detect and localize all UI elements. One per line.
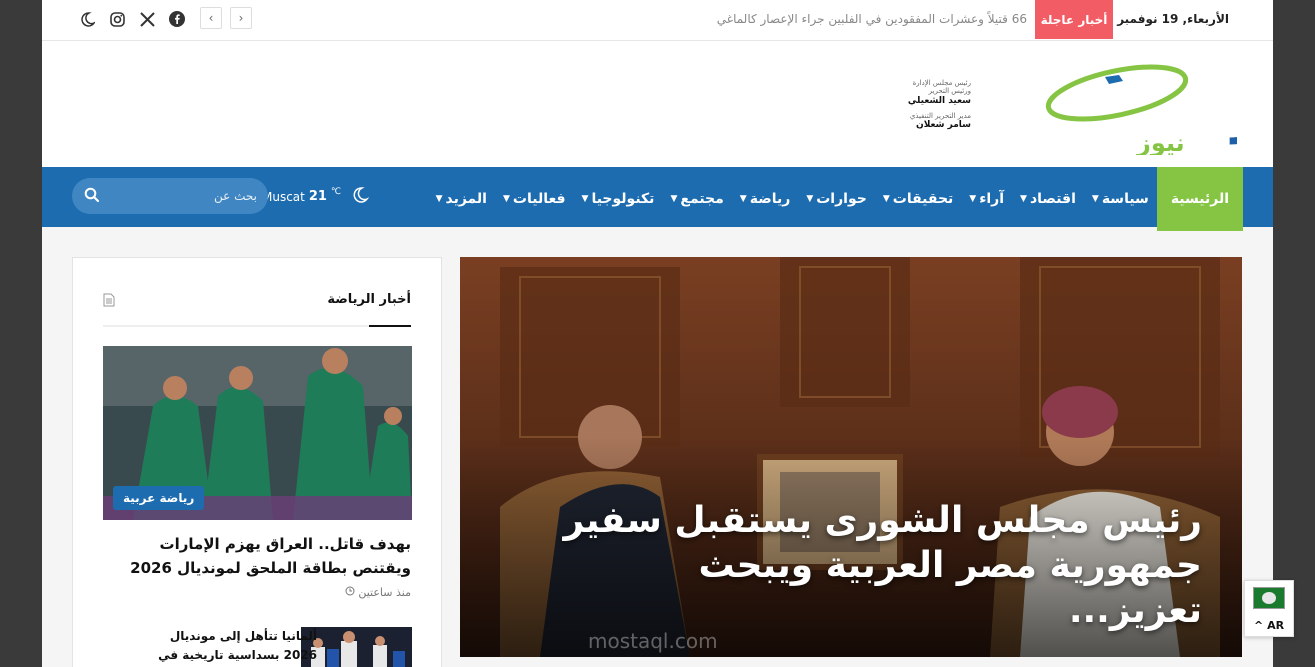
- breaking-news-badge: أخبار عاجلة: [1035, 0, 1113, 39]
- top-bar: الأربعاء, 19 نوفمبر 2025 أخبار عاجلة 66 …: [42, 0, 1273, 41]
- chevron-down-icon: ▼: [1020, 194, 1027, 204]
- page: الأربعاء, 19 نوفمبر 2025 أخبار عاجلة 66 …: [42, 0, 1273, 667]
- nav-item-label: اقتصاد: [1029, 191, 1076, 207]
- ticker-next-button[interactable]: ›: [230, 7, 252, 29]
- search-icon[interactable]: [84, 187, 100, 207]
- temperature: 21: [308, 189, 327, 204]
- featured-post-time: منذ ساعتين: [345, 586, 411, 599]
- city-name: Muscat: [262, 189, 305, 204]
- chevron-down-icon: ▼: [806, 194, 814, 204]
- staff-name: سعيد الشعيلي: [907, 95, 971, 106]
- nav-item[interactable]: تحقيقات ▼: [875, 167, 961, 231]
- language-label: AR: [1267, 619, 1285, 632]
- instagram-icon[interactable]: [108, 10, 126, 28]
- widget-title: أخبار الرياضة: [327, 292, 411, 307]
- search-input[interactable]: [112, 178, 257, 214]
- chevron-down-icon: ▼: [670, 194, 678, 204]
- chevron-left-icon: ‹: [208, 11, 214, 25]
- facebook-icon[interactable]: [168, 10, 186, 28]
- moon-icon: [351, 186, 370, 207]
- nav-item[interactable]: اقتصاد ▼: [1012, 167, 1084, 231]
- chevron-down-icon: ▼: [1091, 194, 1099, 204]
- nav-item[interactable]: سياسة ▼: [1084, 167, 1157, 231]
- weather-widget: Muscat 21 ℃: [262, 186, 370, 207]
- nav-item[interactable]: حوارات ▼: [798, 167, 875, 231]
- chevron-down-icon: ▼: [882, 194, 890, 204]
- hero-title[interactable]: رئيس مجلس الشورى يستقبل سفير جمهورية مصر…: [562, 498, 1202, 633]
- chevron-down-icon: ▼: [969, 194, 977, 204]
- search-box: [72, 178, 268, 214]
- nav-menu: الرئيسية سياسة ▼ اقتصاد ▼ آراء ▼ تحقيقات ▼ حوارات…: [428, 167, 1243, 231]
- small-post-image[interactable]: [301, 627, 412, 667]
- language-switcher[interactable]: ^ AR: [1244, 580, 1294, 637]
- editorial-staff: رئيس مجلس الإدارة ورئيس التحرير سعيد الش…: [891, 79, 971, 136]
- nav-item-label: سياسة: [1101, 191, 1149, 207]
- hero-post[interactable]: mostaql.com رئيس مجلس الشورى يستقبل سفير…: [460, 257, 1242, 657]
- dark-mode-icon[interactable]: [78, 10, 96, 28]
- nav-item-label: تحقيقات: [892, 191, 954, 207]
- chevron-down-icon: ▼: [739, 194, 747, 204]
- staff-role: رئيس مجلس الإدارة ورئيس التحرير: [912, 79, 971, 96]
- ticker-prev-button[interactable]: ‹: [200, 7, 222, 29]
- chevron-down-icon: ▼: [435, 194, 443, 204]
- nav-item-label: رياضة: [749, 191, 791, 207]
- nav-item-label: الرئيسية: [1170, 191, 1229, 207]
- featured-post-title[interactable]: بهدف قاتل.. العراق يهزم الإمارات ويقتنص …: [102, 532, 411, 580]
- nav-item[interactable]: مجتمع ▼: [662, 167, 731, 231]
- nav-item[interactable]: رياضة ▼: [732, 167, 799, 231]
- chevron-down-icon: ▼: [581, 194, 589, 204]
- breaking-news-ticker[interactable]: 66 قتيلاً وعشرات المفقودين في الفلبين جر…: [717, 12, 1027, 26]
- chevron-right-icon: ›: [238, 11, 244, 25]
- site-logo[interactable]: هرمز نيوز: [987, 55, 1273, 157]
- document-icon: [103, 292, 115, 311]
- clock-icon: [345, 586, 355, 599]
- small-post-title[interactable]: ألمانيا تتأهل إلى مونديال 2026 بسداسية ت…: [157, 627, 317, 665]
- widget-divider: [103, 325, 411, 327]
- nav-item[interactable]: آراء ▼: [961, 167, 1012, 231]
- nav-item-label: فعاليات: [512, 191, 566, 207]
- nav-item[interactable]: المزيد ▼: [428, 167, 495, 231]
- flag-icon: [1253, 587, 1285, 609]
- nav-item-label: مجتمع: [680, 191, 724, 207]
- nav-item-label: آراء: [979, 191, 1005, 207]
- nav-item[interactable]: الرئيسية: [1156, 167, 1243, 231]
- staff-role: مدير التحرير التنفيذي: [909, 111, 971, 120]
- nav-item[interactable]: فعاليات ▼: [495, 167, 574, 231]
- post-time-text: منذ ساعتين: [358, 586, 411, 599]
- nav-item[interactable]: تكنولوجيا ▼: [574, 167, 663, 231]
- temperature-unit: ℃: [330, 186, 342, 197]
- logo-text-main: هرمز: [1229, 80, 1237, 145]
- staff-name: سامر شعلان: [916, 119, 971, 130]
- x-icon[interactable]: [138, 10, 156, 28]
- nav-item-label: حوارات: [816, 191, 867, 207]
- nav-item-label: المزيد: [445, 191, 487, 207]
- chevron-up-icon: ^: [1254, 619, 1264, 632]
- sports-news-widget: أخبار الرياضة رياضة عربية بهدف قاتل.. ال…: [72, 257, 442, 667]
- logo-text-sub: نيوز: [1136, 129, 1185, 155]
- nav-item-label: تكنولوجيا: [591, 191, 655, 207]
- featured-post-category[interactable]: رياضة عربية: [113, 486, 205, 510]
- site-header: هرمز نيوز رئيس مجلس الإدارة ورئيس التحري…: [42, 41, 1273, 167]
- chevron-down-icon: ▼: [502, 194, 510, 204]
